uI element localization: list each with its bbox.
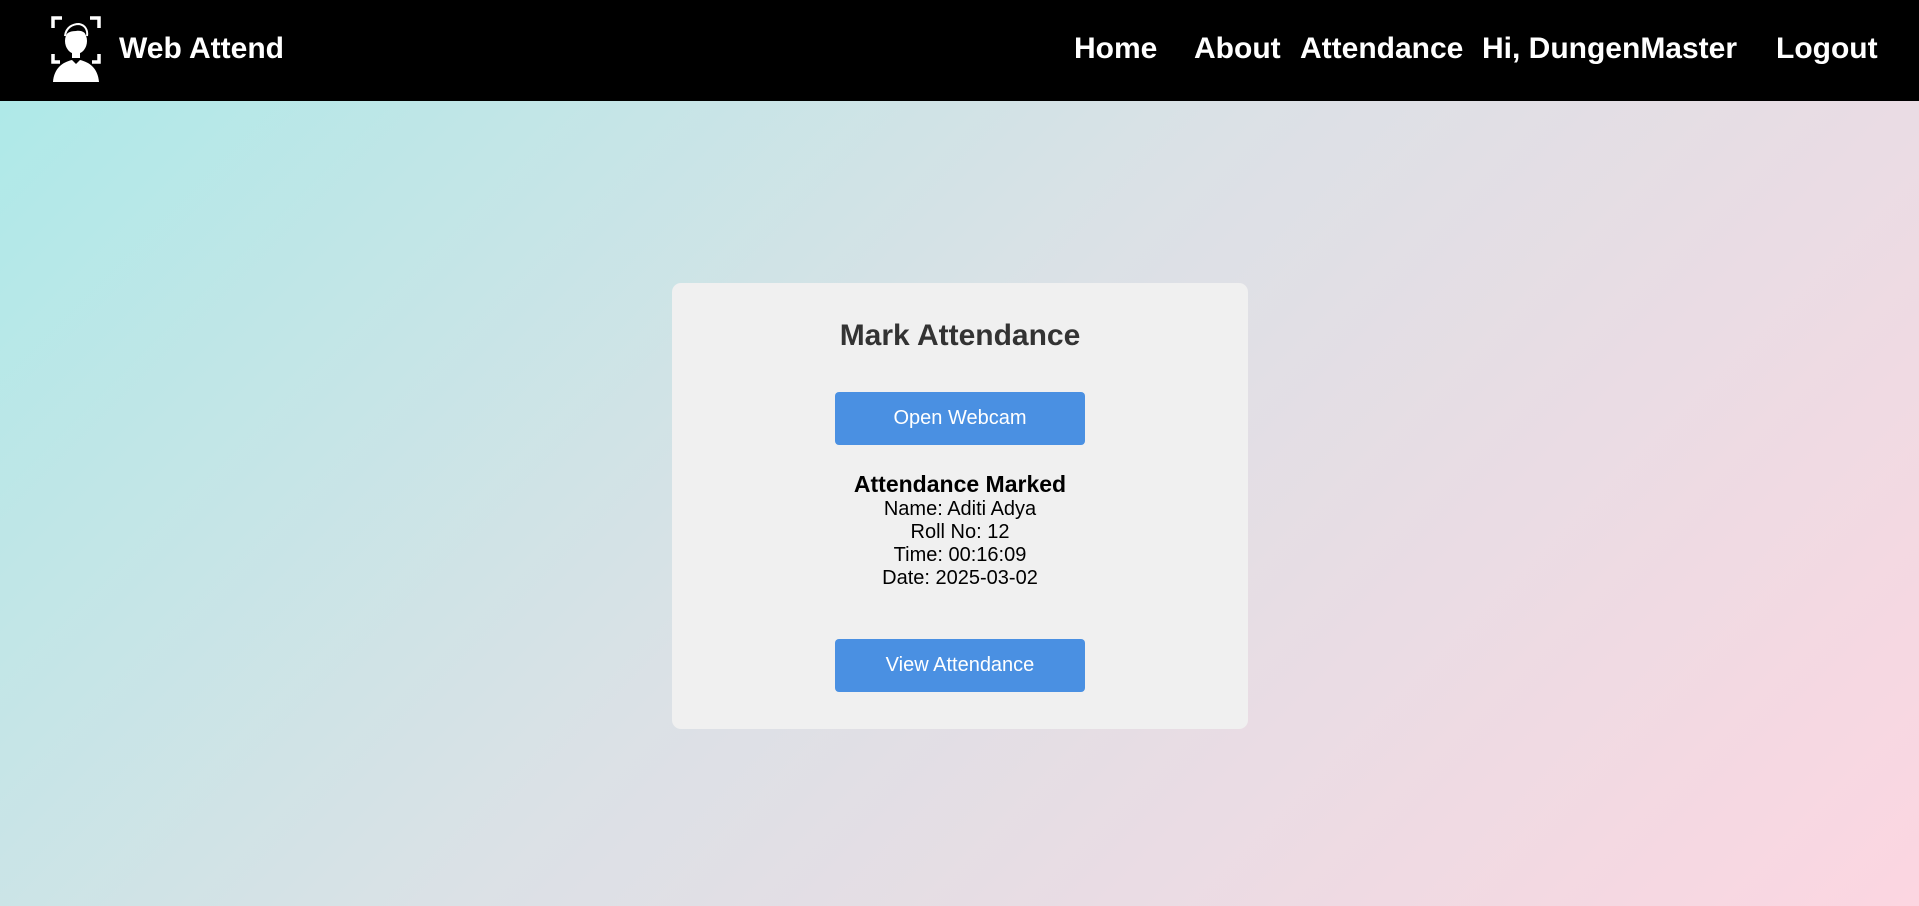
result-date: Date: 2025-03-02	[882, 567, 1038, 589]
result-title: Attendance Marked	[853, 471, 1067, 497]
mark-attendance-card: Mark Attendance Open Webcam Attendance M…	[672, 283, 1248, 729]
result-name: Name: Aditi Adya	[883, 498, 1037, 520]
open-webcam-button[interactable]: Open Webcam	[835, 392, 1085, 445]
nav-link-logout[interactable]: Logout	[1776, 29, 1878, 69]
face-scan-icon	[51, 16, 101, 82]
card-title: Mark Attendance	[839, 319, 1081, 352]
nav-link-home[interactable]: Home	[1074, 29, 1157, 69]
result-time: Time: 00:16:09	[893, 544, 1027, 566]
view-attendance-button[interactable]: View Attendance	[835, 639, 1085, 692]
brand-name: Web Attend	[119, 32, 284, 65]
navbar: Web Attend Home About Attendance Hi, Dun…	[0, 0, 1919, 101]
nav-link-about[interactable]: About	[1194, 29, 1281, 69]
attendance-result: Attendance Marked Name: Aditi Adya Roll …	[672, 470, 1248, 590]
brand[interactable]: Web Attend	[51, 16, 284, 82]
nav-user-greeting[interactable]: Hi, DungenMaster	[1482, 29, 1737, 69]
result-roll-no: Roll No: 12	[910, 521, 1010, 543]
nav-link-attendance[interactable]: Attendance	[1300, 29, 1463, 69]
